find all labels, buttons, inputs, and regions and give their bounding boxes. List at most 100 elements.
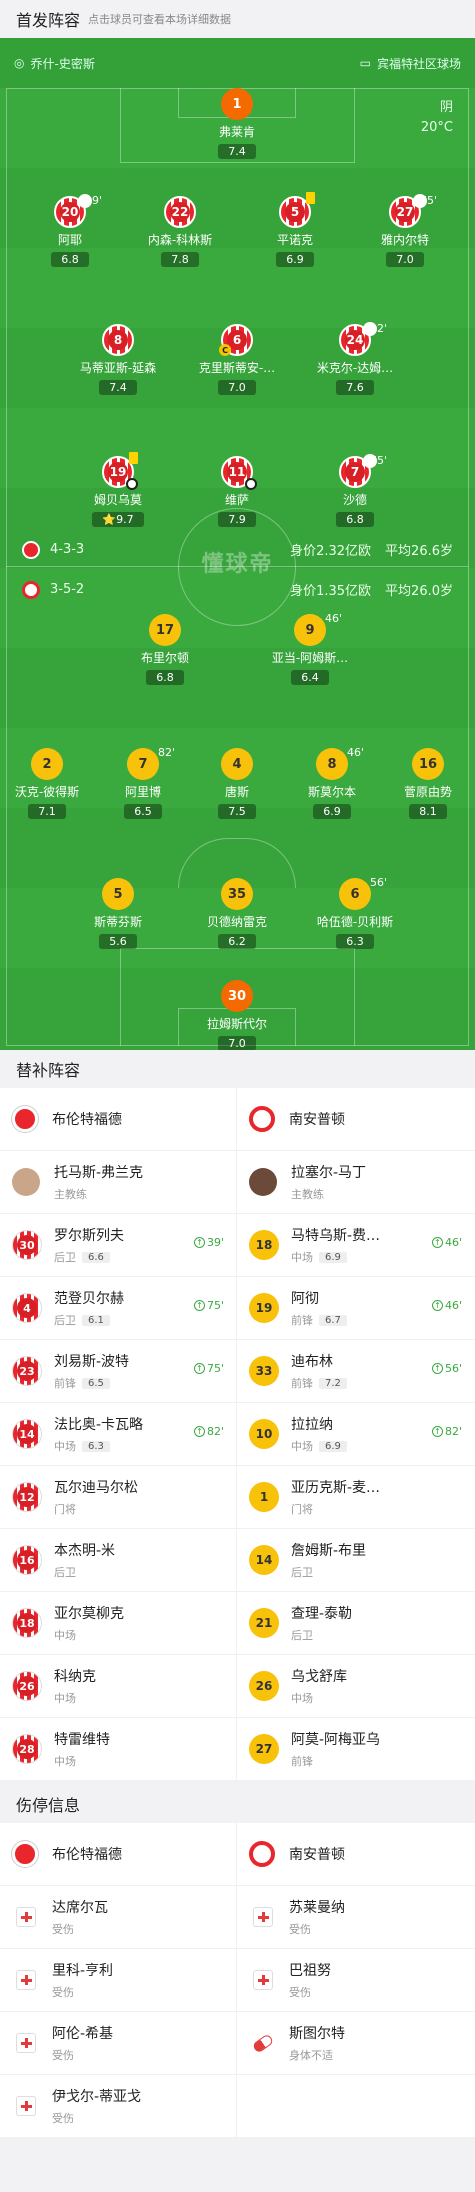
sub-name: 瓦尔迪马尔松 [54, 1480, 138, 1496]
jersey-icon: 7 [339, 454, 377, 488]
pitch-player[interactable]: 5 平诺克 6.9 [240, 192, 350, 267]
pitch-player[interactable]: 9 46' 亚当-阿姆斯… 6.4 [255, 612, 365, 685]
pitch-player[interactable]: 16 菅原由势 8.1 [373, 748, 475, 819]
injury-status: 受伤 [52, 2049, 74, 2062]
sub-row: 4 范登贝尔赫 后卫 6.1 ↑ 75' 19 阿彻 前锋 6.7 ↑ 46' [0, 1277, 475, 1340]
injured-player[interactable]: 巴祖努 受伤 [237, 1949, 474, 2011]
away-crest-icon [22, 580, 40, 599]
player-rating: 6.5 [124, 804, 162, 819]
sub-row: 23 刘易斯-波特 前锋 6.5 ↑ 75' 33 迪布林 前锋 7.2 ↑ 56' [0, 1340, 475, 1403]
sub-player[interactable]: 10 拉拉纳 中场 6.9 ↑ 82' [237, 1403, 474, 1465]
sub-player[interactable]: 18 亚尔莫柳克 中场 [0, 1592, 237, 1654]
sub-in-minute: 75' [206, 1299, 224, 1312]
pitch-player[interactable]: 6 56' 哈伍德-贝利斯 6.3 [300, 876, 410, 949]
jersey-icon: 19 [102, 452, 138, 490]
injured-player[interactable]: 伊戈尔-蒂亚戈 受伤 [0, 2075, 237, 2137]
home-team-meta: 4-3-3 身价2.32亿欧 平均26.6岁 [0, 540, 475, 559]
jersey-icon: 14 [12, 1419, 42, 1449]
sub-player[interactable]: 16 本杰明-米 后卫 [0, 1529, 237, 1591]
brentford-crest-icon [12, 1841, 38, 1867]
jersey-icon: 20 [54, 194, 92, 228]
home-team-cell[interactable]: 布伦特福德 [0, 1823, 237, 1885]
sub-in-time: ↑ 46' [431, 1299, 462, 1312]
rating-value: 6.3 [346, 935, 364, 948]
pitch-player[interactable]: 5 斯蒂芬斯 5.6 [63, 878, 173, 949]
rating-value: 5.6 [109, 935, 127, 948]
pitch-player[interactable]: 6 C 克里斯蒂安-… 7.0 [182, 324, 292, 395]
home-coach-label: 乔什-史密斯 [30, 56, 95, 71]
sub-name: 阿莫-阿梅亚乌 [291, 1732, 381, 1748]
sub-player[interactable]: 4 范登贝尔赫 后卫 6.1 ↑ 75' [0, 1277, 237, 1339]
injured-player[interactable]: 斯图尔特 身体不适 [237, 2012, 474, 2074]
injured-player[interactable]: 达席尔瓦 受伤 [0, 1886, 237, 1948]
home-coach-cell[interactable]: 托马斯-弗兰克 主教练 [0, 1151, 237, 1213]
sub-player[interactable]: 14 詹姆斯-布里 后卫 [237, 1529, 474, 1591]
player-name: 米克尔-达姆… [316, 361, 394, 375]
pitch-player[interactable]: 7 75' 沙德 6.8 [300, 454, 410, 527]
jersey-icon: 10 [249, 1419, 279, 1449]
sub-player[interactable]: 12 瓦尔迪马尔松 门将 [0, 1466, 237, 1528]
sub-player[interactable]: 21 查理-泰勒 后卫 [237, 1592, 474, 1654]
injured-player[interactable]: 苏莱曼纳 受伤 [237, 1886, 474, 1948]
sub-player[interactable]: 23 刘易斯-波特 前锋 6.5 ↑ 75' [0, 1340, 237, 1402]
sub-player[interactable]: 30 罗尔斯列夫 后卫 6.6 ↑ 39' [0, 1214, 237, 1276]
rating-value: 6.5 [134, 805, 152, 818]
injured-player[interactable]: 里科-亨利 受伤 [0, 1949, 237, 2011]
sub-player[interactable]: 33 迪布林 前锋 7.2 ↑ 56' [237, 1340, 474, 1402]
jersey-icon: 22 [164, 196, 196, 228]
jersey-icon: 1 [221, 88, 253, 120]
pitch-player[interactable]: 4 唐斯 7.5 [182, 748, 292, 819]
venue-info: ▭ 宾福特社区球场 [360, 55, 461, 72]
player-rating: 8.1 [409, 804, 447, 819]
pitch-player[interactable]: 1 弗莱肯 7.4 [182, 88, 292, 159]
rating-value: 7.0 [228, 1037, 246, 1050]
sub-name: 法比奥-卡瓦略 [54, 1417, 144, 1433]
pitch-player[interactable]: 8 46' 斯莫尔本 6.9 [277, 746, 387, 819]
sub-time: 56' [370, 876, 388, 889]
sub-player[interactable]: 19 阿彻 前锋 6.7 ↑ 46' [237, 1277, 474, 1339]
sub-player[interactable]: 18 马特乌斯-费… 中场 6.9 ↑ 46' [237, 1214, 474, 1276]
sub-position: 后卫 [54, 1314, 76, 1327]
pitch-player[interactable]: 2 沃克-彼得斯 7.1 [0, 748, 102, 819]
pitch-player[interactable]: 35 贝德纳雷克 6.2 [182, 878, 292, 949]
injured-player[interactable]: 阿伦-希基 受伤 [0, 2012, 237, 2074]
injury-team-row: 布伦特福德 南安普顿 [0, 1823, 475, 1886]
jersey-number: 30 [17, 1235, 37, 1255]
away-formation: 3-5-2 [50, 582, 85, 597]
sub-player[interactable]: 28 特雷维特 中场 [0, 1718, 237, 1780]
jersey-icon: 18 [249, 1230, 279, 1260]
away-team-cell[interactable]: 南安普顿 [237, 1823, 474, 1885]
player-name: 贝德纳雷克 [206, 915, 267, 929]
home-team-cell[interactable]: 布伦特福德 [0, 1088, 237, 1150]
away-team-cell[interactable]: 南安普顿 [237, 1088, 474, 1150]
pitch-player[interactable]: 20 39' 阿耶 6.8 [15, 194, 125, 267]
pitch-player[interactable]: 24 82' 米克尔-达姆… 7.6 [300, 322, 410, 395]
pitch-player[interactable]: 17 布里尔顿 6.8 [110, 614, 220, 685]
injury-row: 里科-亨利 受伤 巴祖努 受伤 [0, 1949, 475, 2012]
injury-list: 布伦特福德 南安普顿 达席尔瓦 受伤 苏莱曼纳 受伤 里科-亨利 受伤 巴祖努 受伤 阿伦-希基… [0, 1823, 475, 2138]
pitch-player[interactable]: 27 75' 雅内尔特 7.0 [350, 194, 460, 267]
jersey-icon: 28 [12, 1734, 42, 1764]
sub-in-time: ↑ 46' [431, 1236, 462, 1249]
sub-in-time: ↑ 39' [193, 1236, 224, 1249]
sub-time: 82' [158, 746, 176, 759]
sub-player[interactable]: 1 亚历克斯-麦… 门将 [237, 1466, 474, 1528]
pitch-player[interactable]: 8 马蒂亚斯-延森 7.4 [63, 324, 173, 395]
sub-player[interactable]: 27 阿莫-阿梅亚乌 前锋 [237, 1718, 474, 1780]
injured-name: 里科-亨利 [52, 1963, 114, 1979]
player-rating: 7.1 [28, 804, 66, 819]
jersey-icon: 6C [219, 324, 253, 356]
away-coach-cell[interactable]: 拉塞尔-马丁 主教练 [237, 1151, 474, 1213]
jersey-icon: 16 [12, 1545, 42, 1575]
injury-icon [253, 1970, 273, 1990]
pitch-player[interactable]: 30 拉姆斯代尔 7.0 [182, 980, 292, 1050]
empty-cell [237, 2075, 474, 2137]
pitch-player[interactable]: 11 维萨 7.9 [182, 456, 292, 527]
sub-in-minute: 75' [206, 1362, 224, 1375]
pitch-player[interactable]: 19 姆贝乌莫 ⭐9.7 [63, 452, 173, 527]
sub-player[interactable]: 26 乌戈舒库 中场 [237, 1655, 474, 1717]
sub-in-minute: 82' [206, 1425, 224, 1438]
sub-player[interactable]: 14 法比奥-卡瓦略 中场 6.3 ↑ 82' [0, 1403, 237, 1465]
sub-player[interactable]: 26 科纳克 中场 [0, 1655, 237, 1717]
pitch-player[interactable]: 22 内森-科林斯 7.8 [125, 196, 235, 267]
